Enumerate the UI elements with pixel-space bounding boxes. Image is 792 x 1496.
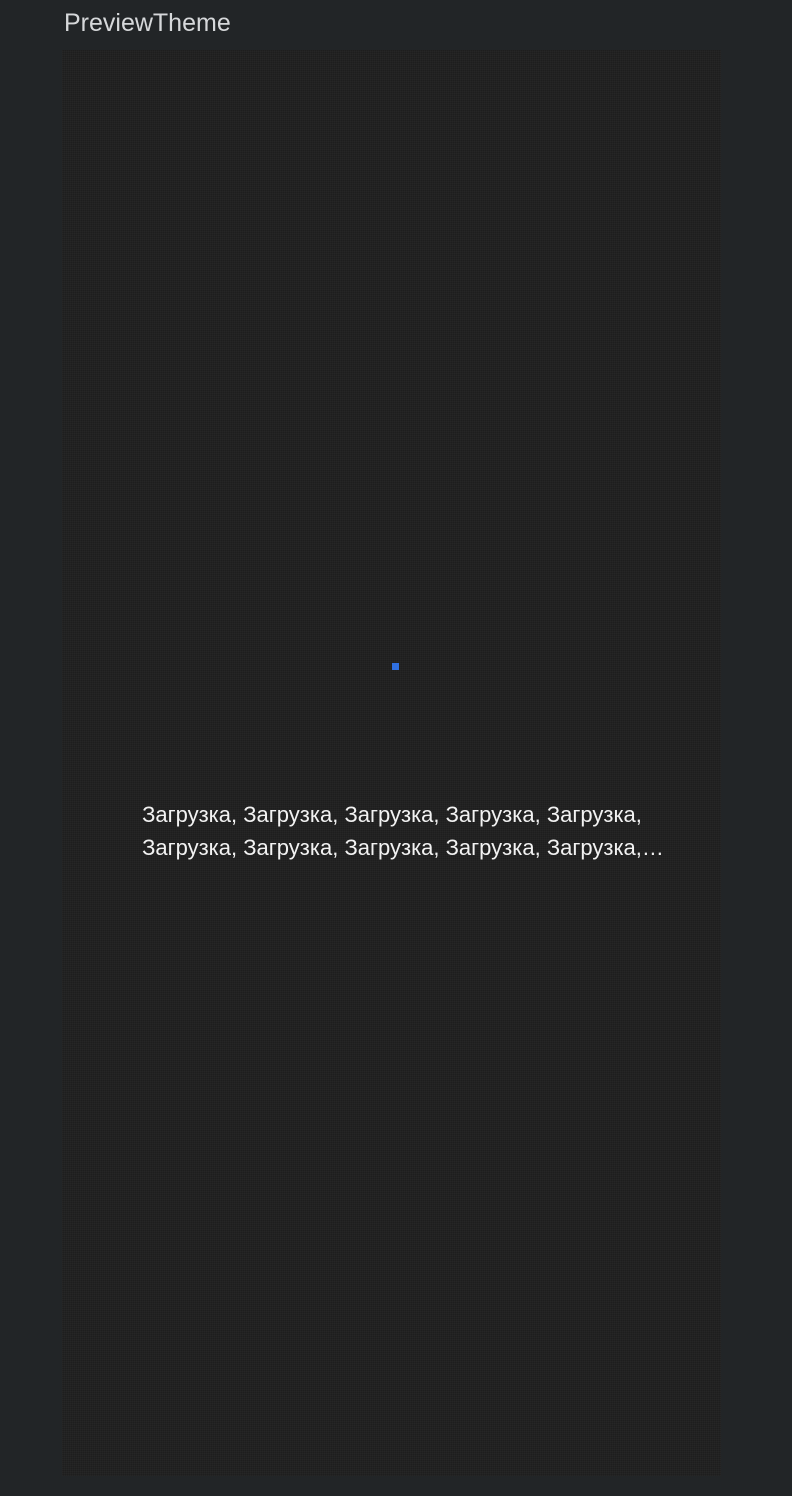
preview-title: PreviewTheme: [64, 9, 231, 37]
device-preview-screen: Загрузка, Загрузка, Загрузка, Загрузка, …: [62, 50, 721, 1476]
progress-indicator: [392, 663, 399, 670]
loading-text: Загрузка, Загрузка, Загрузка, Загрузка, …: [142, 802, 642, 860]
